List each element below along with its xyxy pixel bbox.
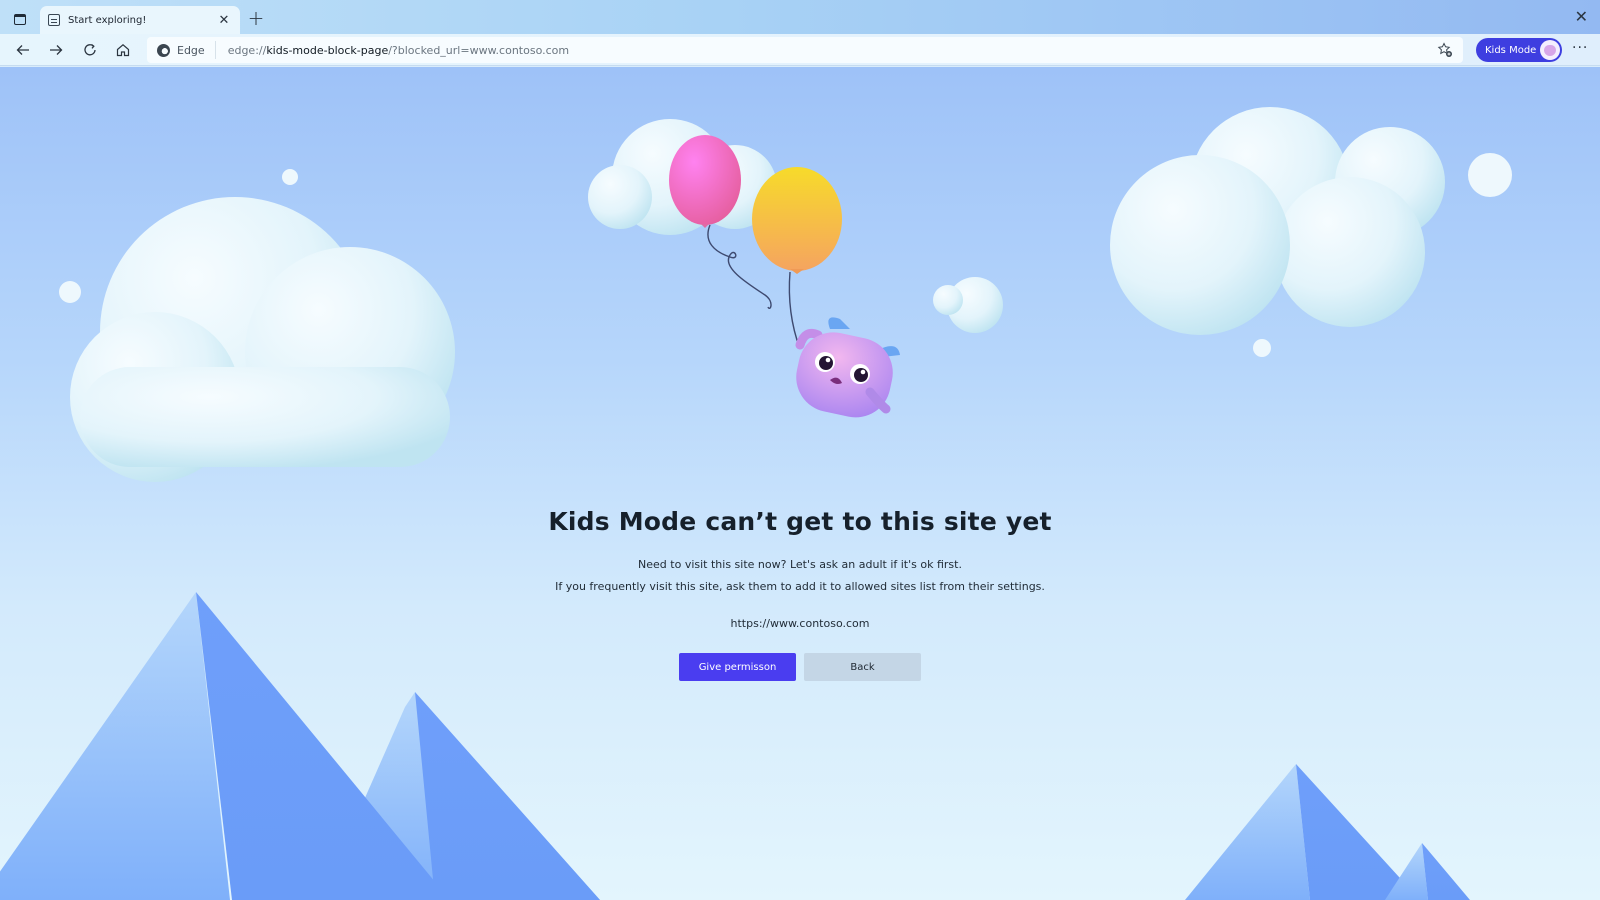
refresh-button[interactable] <box>79 39 101 61</box>
tab-title: Start exploring! <box>68 14 147 26</box>
window-close-button[interactable]: ✕ <box>1575 7 1588 26</box>
star-add-icon[interactable] <box>1437 42 1453 58</box>
window-icon <box>14 13 26 25</box>
message-line-1: Need to visit this site now? Let's ask a… <box>638 558 962 571</box>
browser-toolbar: Edge edge://kids-mode-block-page/?blocke… <box>0 34 1600 66</box>
refresh-icon <box>84 43 96 56</box>
badge-label: Edge <box>177 43 205 57</box>
arrow-left-icon <box>16 45 29 55</box>
url-text[interactable]: edge://kids-mode-block-page/?blocked_url… <box>216 44 1463 57</box>
arrow-right-icon <box>50 45 63 55</box>
new-tab-button[interactable]: + <box>245 8 267 30</box>
url-prefix: edge:// <box>227 43 267 57</box>
message-line-2: If you frequently visit this site, ask t… <box>555 580 1045 593</box>
forward-button[interactable] <box>45 39 67 61</box>
kids-avatar-icon <box>1540 40 1560 60</box>
page-title: Kids Mode can’t get to this site yet <box>548 507 1052 536</box>
blocked-site-url: https://www.contoso.com <box>730 617 870 630</box>
url-suffix: /?blocked_url=www.contoso.com <box>388 43 570 57</box>
home-icon <box>116 44 130 57</box>
home-button[interactable] <box>112 39 134 61</box>
profile-label: Kids Mode <box>1485 44 1537 56</box>
back-button[interactable] <box>12 39 34 61</box>
tab-start-exploring[interactable]: Start exploring! ✕ <box>40 6 240 34</box>
url-host: kids-mode-block-page <box>266 43 389 57</box>
kids-mode-profile-button[interactable]: Kids Mode <box>1476 38 1562 62</box>
action-buttons: Give permisson Back <box>0 653 1600 681</box>
monster-character <box>795 317 900 418</box>
address-bar[interactable]: Edge edge://kids-mode-block-page/?blocke… <box>147 37 1463 63</box>
block-message: Kids Mode can’t get to this site yet Nee… <box>0 507 1600 681</box>
background-illustration <box>0 107 1512 900</box>
cloud-right <box>1110 107 1512 357</box>
mountains-right <box>1185 764 1470 900</box>
edge-logo-icon <box>157 43 170 57</box>
tab-actions-button[interactable] <box>10 9 30 29</box>
cloud-left <box>59 169 455 482</box>
give-permission-button[interactable]: Give permisson <box>679 653 796 681</box>
cloud-small <box>933 277 1003 333</box>
tab-strip: Start exploring! ✕ + ✕ <box>0 0 1600 34</box>
back-button-page[interactable]: Back <box>804 653 921 681</box>
site-identity-badge[interactable]: Edge <box>147 41 216 59</box>
tab-close-icon[interactable]: ✕ <box>216 13 232 28</box>
more-options-button[interactable]: ··· <box>1572 40 1588 56</box>
page-icon <box>48 14 60 26</box>
kids-mode-block-page: Kids Mode can’t get to this site yet Nee… <box>0 67 1600 900</box>
